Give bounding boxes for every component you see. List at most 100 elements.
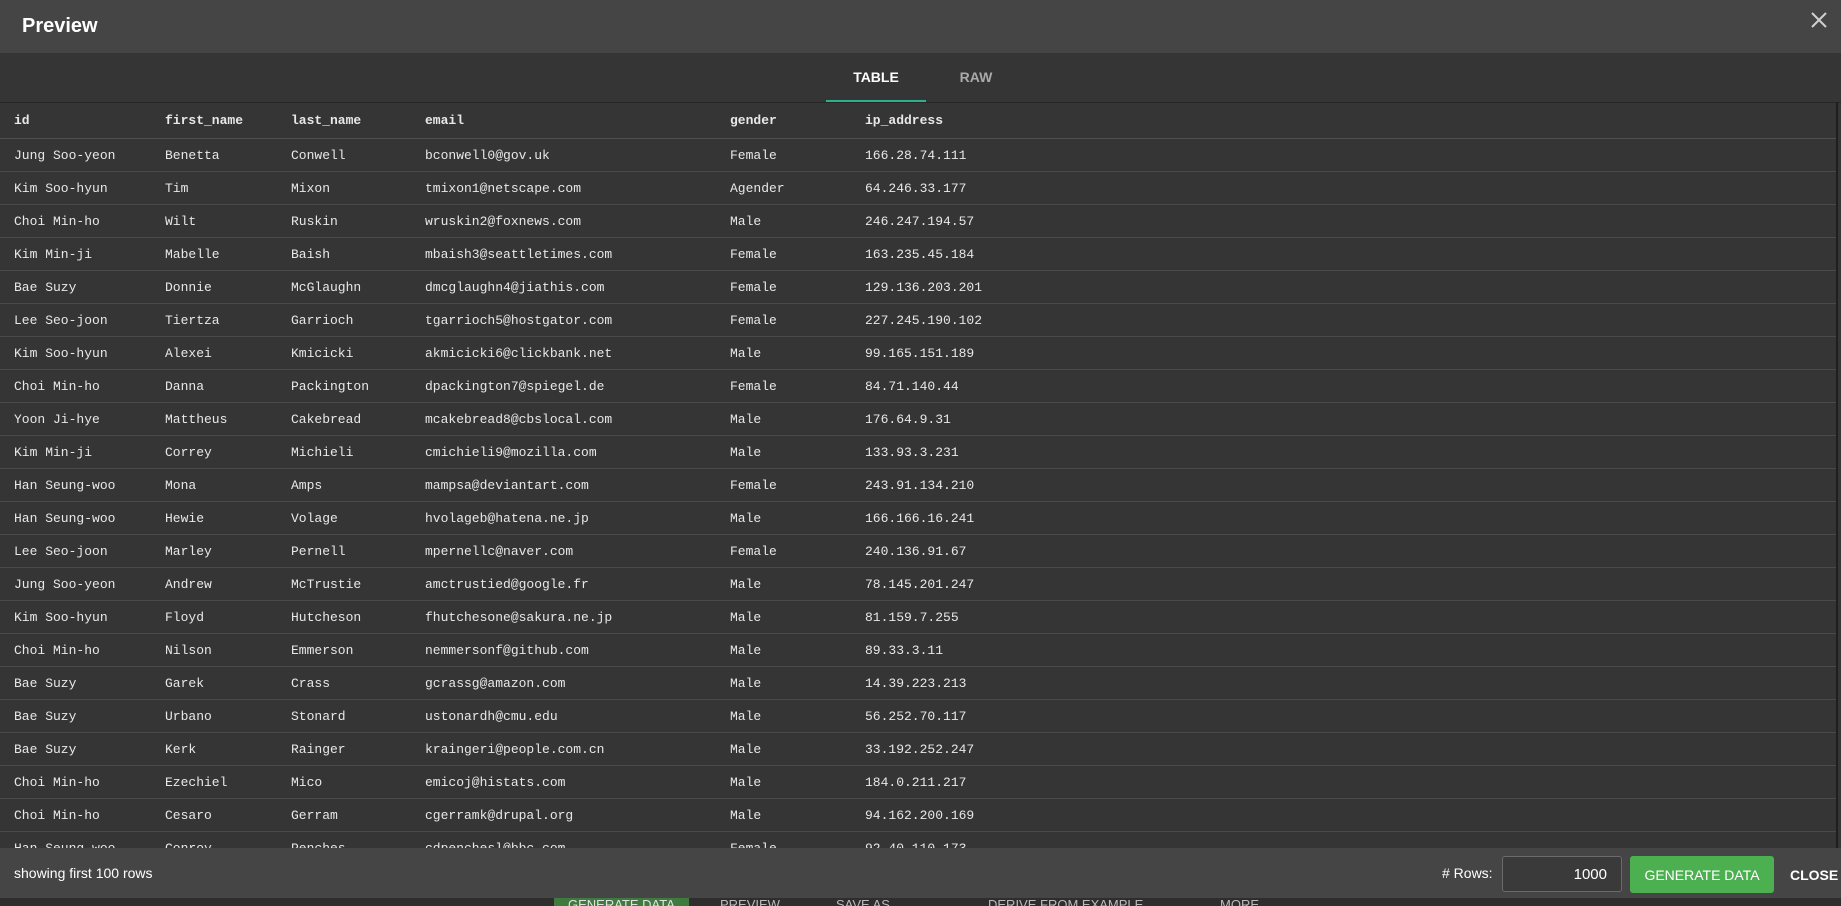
id-cell: Han Seung-woo bbox=[0, 501, 165, 535]
first-name-cell: Danna bbox=[165, 369, 291, 403]
first-name-cell: Donnie bbox=[165, 270, 291, 304]
first-name-cell: Kerk bbox=[165, 732, 291, 766]
last-name-cell: Packington bbox=[291, 369, 425, 403]
table-row: Choi Min-ho Ezechiel Mico emicoj@histats.co… bbox=[0, 765, 1836, 799]
email-cell: fhutchesone@sakura.ne.jp bbox=[425, 600, 730, 634]
gender-cell: Male bbox=[730, 402, 865, 436]
first-name-cell: Floyd bbox=[165, 600, 291, 634]
background-generate-button: GENERATE DATA bbox=[554, 898, 689, 906]
first-name-cell: Correy bbox=[165, 435, 291, 469]
email-cell: tgarrioch5@hostgator.com bbox=[425, 303, 730, 337]
gender-cell: Female bbox=[730, 138, 865, 172]
first-name-cell: Ezechiel bbox=[165, 765, 291, 799]
table-row: Jung Soo-yeon Andrew McTrustie amctrustied@… bbox=[0, 567, 1836, 601]
gender-cell: Female bbox=[730, 237, 865, 271]
id-cell: Bae Suzy bbox=[0, 666, 165, 700]
first-name-cell: Conroy bbox=[165, 831, 291, 848]
preview-table-container[interactable]: id first_name last_name email gender ip_addre… bbox=[0, 102, 1838, 848]
gender-cell: Male bbox=[730, 567, 865, 601]
id-cell: Bae Suzy bbox=[0, 699, 165, 733]
table-row: Bae Suzy Kerk Rainger kraingeri@people.com.… bbox=[0, 732, 1836, 766]
id-cell: Kim Soo-hyun bbox=[0, 171, 165, 205]
table-row: Kim Soo-hyun Alexei Kmicicki akmicicki6@cli… bbox=[0, 336, 1836, 370]
email-cell: cgerramk@drupal.org bbox=[425, 798, 730, 832]
email-cell: mbaish3@seattletimes.com bbox=[425, 237, 730, 271]
dialog-title: Preview bbox=[22, 15, 98, 37]
ip-address-cell: 243.91.134.210 bbox=[865, 468, 1836, 502]
first-name-cell: Andrew bbox=[165, 567, 291, 601]
generate-data-button[interactable]: GENERATE DATA bbox=[1630, 856, 1774, 893]
id-cell: Choi Min-ho bbox=[0, 204, 165, 238]
ip-address-cell: 78.145.201.247 bbox=[865, 567, 1836, 601]
first-name-column-header: first_name bbox=[165, 102, 291, 139]
id-cell: Yoon Ji-hye bbox=[0, 402, 165, 436]
ip-address-cell: 246.247.194.57 bbox=[865, 204, 1836, 238]
dialog-footer: showing first 100 rows # Rows: GENERATE … bbox=[0, 848, 1841, 898]
first-name-cell: Marley bbox=[165, 534, 291, 568]
gender-cell: Female bbox=[730, 303, 865, 337]
close-icon[interactable] bbox=[1807, 10, 1831, 34]
id-cell: Kim Min-ji bbox=[0, 435, 165, 469]
id-cell: Choi Min-ho bbox=[0, 765, 165, 799]
email-cell: tmixon1@netscape.com bbox=[425, 171, 730, 205]
first-name-cell: Mabelle bbox=[165, 237, 291, 271]
email-cell: akmicicki6@clickbank.net bbox=[425, 336, 730, 370]
last-name-cell: Michieli bbox=[291, 435, 425, 469]
first-name-cell: Nilson bbox=[165, 633, 291, 667]
email-cell: dmcglaughn4@jiathis.com bbox=[425, 270, 730, 304]
first-name-cell: Tiertza bbox=[165, 303, 291, 337]
showing-rows-text: showing first 100 rows bbox=[14, 865, 153, 881]
ip-address-cell: 166.166.16.241 bbox=[865, 501, 1836, 535]
last-name-cell: Mixon bbox=[291, 171, 425, 205]
tab-bar: TABLE RAW bbox=[0, 53, 1841, 103]
email-cell: mampsa@deviantart.com bbox=[425, 468, 730, 502]
tab-raw[interactable]: RAW bbox=[926, 53, 1026, 102]
ip-address-cell: 33.192.252.247 bbox=[865, 732, 1836, 766]
first-name-cell: Benetta bbox=[165, 138, 291, 172]
email-cell: hvolageb@hatena.ne.jp bbox=[425, 501, 730, 535]
gender-cell: Male bbox=[730, 204, 865, 238]
gender-cell: Male bbox=[730, 699, 865, 733]
email-cell: kraingeri@people.com.cn bbox=[425, 732, 730, 766]
rows-count-input[interactable] bbox=[1502, 856, 1622, 892]
ip-address-cell: 176.64.9.31 bbox=[865, 402, 1836, 436]
table-row: Kim Soo-hyun Floyd Hutcheson fhutchesone@sa… bbox=[0, 600, 1836, 634]
background-derive-button: DERIVE FROM EXAMPLE bbox=[988, 898, 1144, 906]
table-row: Kim Min-ji Mabelle Baish mbaish3@seattletim… bbox=[0, 237, 1836, 271]
table-row: Choi Min-ho Danna Packington dpackington7@s… bbox=[0, 369, 1836, 403]
table-row: Lee Seo-joon Tiertza Garrioch tgarrioch5@ho… bbox=[0, 303, 1836, 337]
id-cell: Choi Min-ho bbox=[0, 633, 165, 667]
email-cell: amctrustied@google.fr bbox=[425, 567, 730, 601]
id-cell: Lee Seo-joon bbox=[0, 303, 165, 337]
ip-address-cell: 81.159.7.255 bbox=[865, 600, 1836, 634]
id-column-header: id bbox=[0, 102, 165, 139]
last-name-cell: McTrustie bbox=[291, 567, 425, 601]
gender-cell: Male bbox=[730, 633, 865, 667]
id-cell: Jung Soo-yeon bbox=[0, 138, 165, 172]
first-name-cell: Mattheus bbox=[165, 402, 291, 436]
ip-address-column-header: ip_address bbox=[865, 102, 1836, 139]
ip-address-cell: 240.136.91.67 bbox=[865, 534, 1836, 568]
table-row: Bae Suzy Urbano Stonard ustonardh@cmu.edu Ma… bbox=[0, 699, 1836, 733]
gender-cell: Male bbox=[730, 765, 865, 799]
gender-cell: Female bbox=[730, 534, 865, 568]
id-cell: Lee Seo-joon bbox=[0, 534, 165, 568]
gender-cell: Female bbox=[730, 270, 865, 304]
table-row: Bae Suzy Donnie McGlaughn dmcglaughn4@jiath… bbox=[0, 270, 1836, 304]
email-cell: cmichieli9@mozilla.com bbox=[425, 435, 730, 469]
last-name-cell: Emmerson bbox=[291, 633, 425, 667]
background-save-as-button: SAVE AS... bbox=[836, 898, 901, 906]
id-cell: Han Seung-woo bbox=[0, 468, 165, 502]
ip-address-cell: 129.136.203.201 bbox=[865, 270, 1836, 304]
last-name-cell: Pernell bbox=[291, 534, 425, 568]
close-button[interactable]: CLOSE bbox=[1786, 856, 1841, 893]
table-row: Choi Min-ho Cesaro Gerram cgerramk@drupal.o… bbox=[0, 798, 1836, 832]
last-name-cell: Mico bbox=[291, 765, 425, 799]
id-cell: Kim Soo-hyun bbox=[0, 336, 165, 370]
last-name-cell: Baish bbox=[291, 237, 425, 271]
table-row: Choi Min-ho Nilson Emmerson nemmersonf@gith… bbox=[0, 633, 1836, 667]
email-cell: ustonardh@cmu.edu bbox=[425, 699, 730, 733]
tab-table[interactable]: TABLE bbox=[826, 53, 926, 102]
id-cell: Bae Suzy bbox=[0, 270, 165, 304]
ip-address-cell: 84.71.140.44 bbox=[865, 369, 1836, 403]
